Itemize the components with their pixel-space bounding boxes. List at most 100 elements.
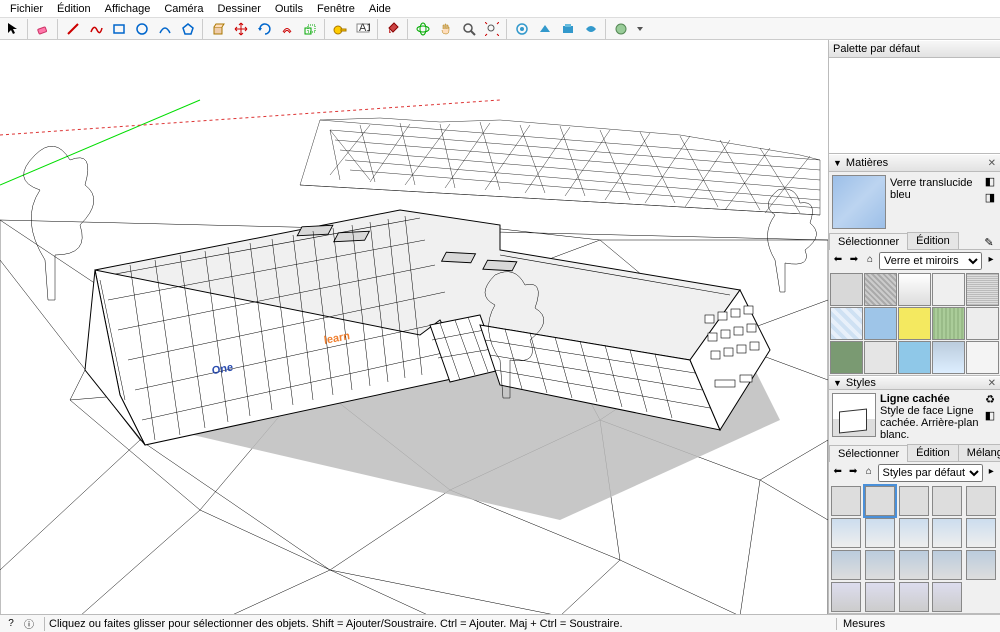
style-thumb[interactable] xyxy=(865,550,895,580)
style-thumb[interactable] xyxy=(899,518,929,548)
material-swatch[interactable] xyxy=(830,307,863,340)
rectangle-tool-icon[interactable] xyxy=(108,19,130,39)
ext3-icon[interactable] xyxy=(557,19,579,39)
zoom-tool-icon[interactable] xyxy=(458,19,480,39)
style-thumb[interactable] xyxy=(831,486,861,516)
material-swatch[interactable] xyxy=(966,341,999,374)
create-material-icon[interactable]: ◧ xyxy=(983,175,997,189)
rotate-tool-icon[interactable] xyxy=(253,19,275,39)
polygon-tool-icon[interactable] xyxy=(177,19,199,39)
menu-dessiner[interactable]: Dessiner xyxy=(211,2,266,16)
style-back-icon[interactable]: ⬅ xyxy=(831,466,845,480)
material-swatch[interactable] xyxy=(932,341,965,374)
style-thumb[interactable] xyxy=(831,518,861,548)
material-swatch[interactable] xyxy=(932,307,965,340)
measures-label: Mesures xyxy=(836,618,996,630)
menu-fenetre[interactable]: Fenêtre xyxy=(311,2,361,16)
style-menu-icon[interactable]: ▸ xyxy=(985,466,999,480)
style-thumb[interactable] xyxy=(932,486,962,516)
style-thumb[interactable] xyxy=(932,550,962,580)
eraser-tool-icon[interactable] xyxy=(32,19,54,39)
style-library-select[interactable]: Styles par défaut xyxy=(878,464,983,482)
eyedropper-icon[interactable]: ✎ xyxy=(982,236,996,249)
style-thumb[interactable] xyxy=(831,582,861,612)
select-tool-icon[interactable] xyxy=(2,19,24,39)
style-preview[interactable] xyxy=(832,393,876,437)
material-swatch[interactable] xyxy=(898,307,931,340)
mat-fwd-icon[interactable]: ➡ xyxy=(847,254,861,268)
material-swatch[interactable] xyxy=(864,341,897,374)
help-icon[interactable]: ? xyxy=(4,617,18,631)
style-thumb[interactable] xyxy=(831,550,861,580)
ext4-icon[interactable] xyxy=(580,19,602,39)
material-swatch[interactable] xyxy=(864,307,897,340)
material-library-select[interactable]: Verre et miroirs xyxy=(879,252,982,270)
ext5-icon[interactable] xyxy=(610,19,632,39)
style-thumb[interactable] xyxy=(966,518,996,548)
material-swatch[interactable] xyxy=(898,273,931,306)
style-home-icon[interactable]: ⌂ xyxy=(862,466,876,480)
materials-tab-select[interactable]: Sélectionner xyxy=(829,233,908,250)
pushpull-tool-icon[interactable] xyxy=(207,19,229,39)
style-thumb[interactable] xyxy=(966,486,996,516)
material-preview[interactable] xyxy=(832,175,886,229)
freehand-tool-icon[interactable] xyxy=(85,19,107,39)
menu-outils[interactable]: Outils xyxy=(269,2,309,16)
material-swatch[interactable] xyxy=(966,273,999,306)
default-material-icon[interactable]: ◨ xyxy=(983,191,997,205)
ext2-icon[interactable] xyxy=(534,19,556,39)
material-swatch[interactable] xyxy=(830,341,863,374)
style-thumb[interactable] xyxy=(966,550,996,580)
material-swatch[interactable] xyxy=(898,341,931,374)
material-swatch[interactable] xyxy=(864,273,897,306)
mat-menu-icon[interactable]: ▸ xyxy=(984,254,998,268)
paint-tool-icon[interactable] xyxy=(382,19,404,39)
style-thumb[interactable] xyxy=(865,486,895,516)
style-thumb[interactable] xyxy=(932,582,962,612)
material-swatch[interactable] xyxy=(830,273,863,306)
orbit-tool-icon[interactable] xyxy=(412,19,434,39)
dropdown-icon[interactable] xyxy=(633,19,647,39)
menu-aide[interactable]: Aide xyxy=(363,2,397,16)
style-thumb[interactable] xyxy=(865,582,895,612)
style-fwd-icon[interactable]: ➡ xyxy=(847,466,861,480)
menu-affichage[interactable]: Affichage xyxy=(99,2,157,16)
text-tool-icon[interactable]: A1 xyxy=(352,19,374,39)
line-tool-icon[interactable] xyxy=(62,19,84,39)
menu-camera[interactable]: Caméra xyxy=(158,2,209,16)
arc-tool-icon[interactable] xyxy=(154,19,176,39)
style-thumb[interactable] xyxy=(865,518,895,548)
styles-tab-mix[interactable]: Mélange xyxy=(958,444,1000,461)
style-thumb[interactable] xyxy=(899,550,929,580)
style-thumb[interactable] xyxy=(899,582,929,612)
close-icon[interactable]: ✕ xyxy=(988,378,996,389)
close-icon[interactable]: ✕ xyxy=(988,158,996,169)
move-tool-icon[interactable] xyxy=(230,19,252,39)
mat-back-icon[interactable]: ⬅ xyxy=(831,254,845,268)
material-swatch[interactable] xyxy=(966,307,999,340)
side-tray: Palette par défaut ▼ Matières ✕ Verre tr… xyxy=(828,40,1000,614)
tape-tool-icon[interactable] xyxy=(329,19,351,39)
menu-edition[interactable]: Édition xyxy=(51,2,97,16)
materials-header[interactable]: ▼ Matières ✕ xyxy=(829,154,1000,172)
zoom-extents-icon[interactable] xyxy=(481,19,503,39)
mat-home-icon[interactable]: ⌂ xyxy=(863,254,877,268)
offset-tool-icon[interactable] xyxy=(276,19,298,39)
style-update-icon[interactable]: ♻ xyxy=(983,393,997,407)
style-thumb[interactable] xyxy=(932,518,962,548)
styles-tab-select[interactable]: Sélectionner xyxy=(829,445,908,462)
material-swatch[interactable] xyxy=(932,273,965,306)
scale-tool-icon[interactable] xyxy=(299,19,321,39)
ext1-icon[interactable] xyxy=(511,19,533,39)
3d-viewport[interactable]: One learn xyxy=(0,40,828,614)
menu-fichier[interactable]: Fichier xyxy=(4,2,49,16)
style-thumb[interactable] xyxy=(899,486,929,516)
materials-tab-edit[interactable]: Édition xyxy=(907,232,959,249)
palette-default-header[interactable]: Palette par défaut xyxy=(829,40,1000,58)
circle-tool-icon[interactable] xyxy=(131,19,153,39)
style-create-icon[interactable]: ◧ xyxy=(983,409,997,423)
styles-header[interactable]: ▼ Styles ✕ xyxy=(829,376,1000,390)
styles-tab-edit[interactable]: Édition xyxy=(907,444,959,461)
pan-tool-icon[interactable] xyxy=(435,19,457,39)
info-icon[interactable]: ⓘ xyxy=(22,617,36,631)
